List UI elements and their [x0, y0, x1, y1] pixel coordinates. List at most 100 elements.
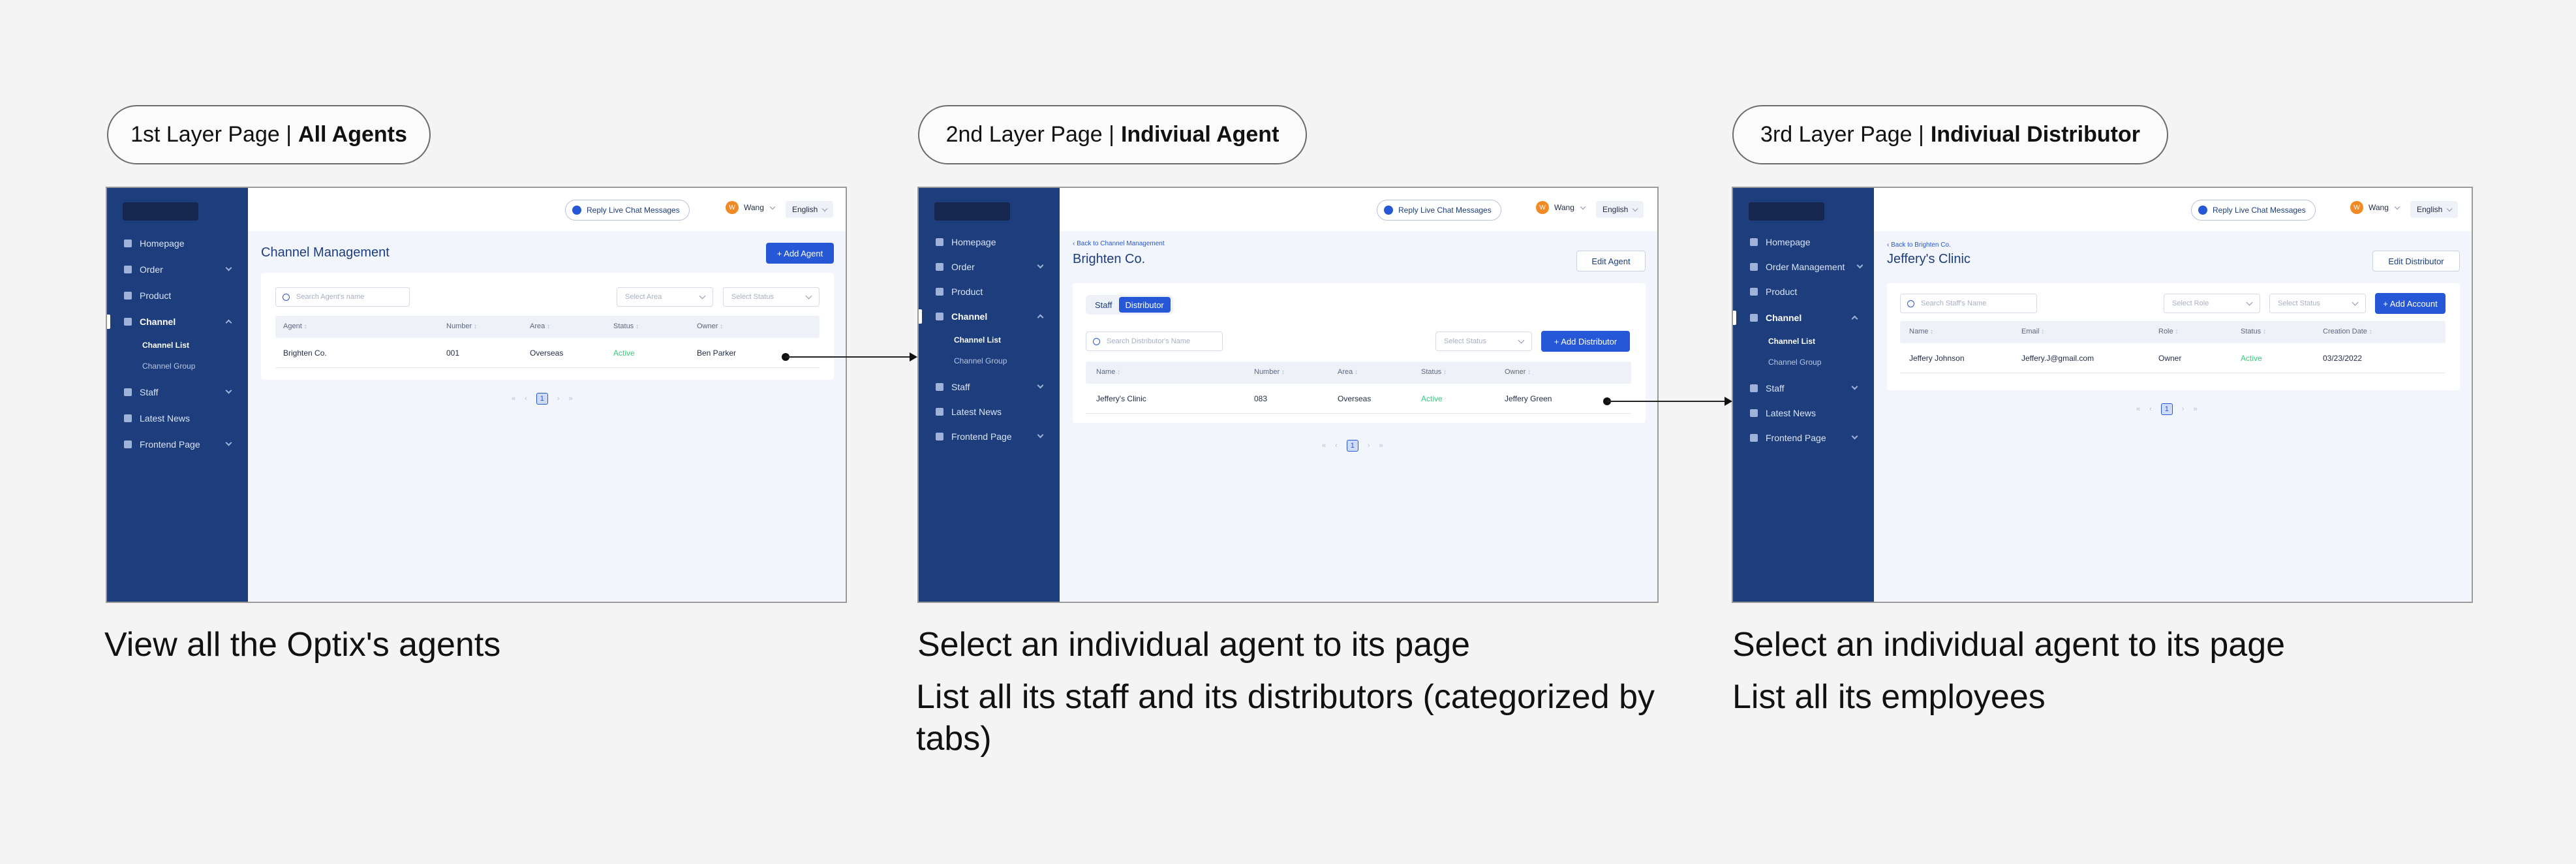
- col-area[interactable]: Area: [530, 322, 550, 330]
- next-page-button[interactable]: ›: [2182, 405, 2185, 413]
- nav-channel-list[interactable]: Channel List: [142, 341, 189, 350]
- user-menu[interactable]: W Wang: [2350, 201, 2400, 214]
- language-select[interactable]: English: [2410, 201, 2459, 218]
- search-input[interactable]: Search Agent's name: [275, 287, 410, 307]
- tab-staff[interactable]: Staff: [1088, 297, 1119, 313]
- table-header: Name Number Area Status Owner: [1086, 362, 1631, 384]
- next-page-button[interactable]: ›: [1368, 442, 1370, 450]
- nav-staff[interactable]: Staff: [107, 381, 248, 403]
- col-number[interactable]: Number: [446, 322, 477, 330]
- reply-live-chat-button[interactable]: Reply Live Chat Messages: [2191, 200, 2316, 221]
- cell-role: Owner: [2158, 354, 2182, 363]
- chevron-down-icon: [699, 292, 706, 300]
- last-page-button[interactable]: »: [1379, 442, 1383, 450]
- nav-channel-group[interactable]: Channel Group: [142, 362, 195, 371]
- nav-homepage[interactable]: Homepage: [1733, 231, 1874, 253]
- first-page-button[interactable]: «: [512, 395, 515, 403]
- agent-table-card: Search Agent's name Select Area Select S…: [261, 273, 834, 380]
- nav-channel[interactable]: Channel: [1733, 307, 1874, 329]
- user-menu[interactable]: W Wang: [1536, 201, 1586, 214]
- col-agent[interactable]: Agent: [283, 322, 307, 330]
- first-page-button[interactable]: «: [1322, 442, 1326, 450]
- nav-label: Product: [1766, 286, 1798, 297]
- staff-icon: [936, 383, 943, 391]
- col-owner[interactable]: Owner: [1505, 368, 1531, 376]
- status-select[interactable]: Select Status: [1435, 332, 1532, 351]
- current-page[interactable]: 1: [1346, 440, 1358, 452]
- chevron-down-icon: [1037, 382, 1044, 389]
- reply-live-chat-button[interactable]: Reply Live Chat Messages: [565, 200, 690, 221]
- nav-frontend-page[interactable]: Frontend Page: [919, 425, 1060, 448]
- nav-order[interactable]: Order: [107, 258, 248, 281]
- connector-line: [786, 356, 910, 358]
- edit-agent-button[interactable]: Edit Agent: [1576, 251, 1646, 271]
- news-icon: [936, 408, 943, 416]
- current-page[interactable]: 1: [536, 393, 548, 405]
- prev-page-button[interactable]: ‹: [1335, 442, 1338, 450]
- pagination: « ‹ 1 › »: [1322, 440, 1383, 452]
- col-name[interactable]: Name: [1909, 328, 1933, 335]
- status-select[interactable]: Select Status: [723, 287, 820, 307]
- nav-staff[interactable]: Staff: [919, 376, 1060, 398]
- nav-order[interactable]: Order: [919, 256, 1060, 278]
- nav-latest-news[interactable]: Latest News: [1733, 402, 1874, 424]
- language-select[interactable]: English: [1596, 201, 1644, 218]
- nav-order-management[interactable]: Order Management: [1733, 256, 1874, 278]
- col-name[interactable]: Name: [1096, 368, 1120, 376]
- nav-frontend-page[interactable]: Frontend Page: [1733, 427, 1874, 449]
- col-status[interactable]: Status: [613, 322, 639, 330]
- back-link[interactable]: ‹ Back to Brighten Co.: [1887, 241, 1951, 249]
- back-link[interactable]: ‹ Back to Channel Management: [1073, 240, 1165, 247]
- add-agent-button[interactable]: + Add Agent: [766, 243, 834, 264]
- nav-channel-group[interactable]: Channel Group: [1768, 358, 1821, 367]
- nav-channel[interactable]: Channel: [107, 311, 248, 333]
- col-status[interactable]: Status: [1421, 368, 1447, 376]
- chevron-down-icon: [1518, 337, 1525, 344]
- user-menu[interactable]: W Wang: [726, 201, 776, 214]
- nav-channel[interactable]: Channel: [919, 305, 1060, 328]
- nav-latest-news[interactable]: Latest News: [107, 407, 248, 429]
- table-row[interactable]: Brighten Co. 001 Overseas Active Ben Par…: [275, 338, 820, 368]
- add-distributor-button[interactable]: + Add Distributor: [1541, 331, 1630, 352]
- nav-homepage[interactable]: Homepage: [919, 231, 1060, 253]
- add-account-button[interactable]: + Add Account: [2375, 293, 2446, 314]
- last-page-button[interactable]: »: [2193, 405, 2197, 413]
- nav-latest-news[interactable]: Latest News: [919, 401, 1060, 423]
- reply-live-chat-button[interactable]: Reply Live Chat Messages: [1377, 200, 1501, 221]
- col-number[interactable]: Number: [1254, 368, 1285, 376]
- table-row[interactable]: Jeffery's Clinic 083 Overseas Active Jef…: [1086, 384, 1631, 414]
- nav-product[interactable]: Product: [107, 285, 248, 307]
- col-role[interactable]: Role: [2158, 328, 2178, 335]
- last-page-button[interactable]: »: [568, 395, 572, 403]
- search-input[interactable]: Search Staff's Name: [1900, 294, 2037, 313]
- current-page[interactable]: 1: [2160, 403, 2173, 415]
- next-page-button[interactable]: ›: [557, 395, 560, 403]
- language-select[interactable]: English: [786, 201, 834, 218]
- chevron-up-icon: [225, 319, 232, 326]
- role-select[interactable]: Select Role: [2164, 294, 2260, 313]
- nav-channel-list[interactable]: Channel List: [954, 335, 1001, 345]
- nav-homepage[interactable]: Homepage: [107, 232, 248, 255]
- search-input[interactable]: Search Distributor's Name: [1086, 332, 1223, 351]
- nav-product[interactable]: Product: [919, 281, 1060, 303]
- search-placeholder: Search Staff's Name: [1921, 300, 1987, 307]
- nav-channel-list[interactable]: Channel List: [1768, 337, 1815, 346]
- col-email[interactable]: Email: [2021, 328, 2044, 335]
- prev-page-button[interactable]: ‹: [2149, 405, 2152, 413]
- col-owner[interactable]: Owner: [697, 322, 723, 330]
- col-creation-date[interactable]: Creation Date: [2323, 328, 2372, 335]
- status-select[interactable]: Select Status: [2269, 294, 2366, 313]
- edit-distributor-button[interactable]: Edit Distributor: [2372, 251, 2460, 271]
- page-title: Brighten Co.: [1073, 252, 1146, 266]
- nav-product[interactable]: Product: [1733, 281, 1874, 303]
- col-area[interactable]: Area: [1338, 368, 1358, 376]
- prev-page-button[interactable]: ‹: [525, 395, 527, 403]
- tab-distributor[interactable]: Distributor: [1118, 297, 1171, 313]
- col-status[interactable]: Status: [2241, 328, 2266, 335]
- first-page-button[interactable]: «: [2136, 405, 2140, 413]
- nav-staff[interactable]: Staff: [1733, 377, 1874, 399]
- table-row[interactable]: Jeffery Johnson Jeffery.J@gmail.com Owne…: [1900, 343, 2446, 373]
- nav-channel-group[interactable]: Channel Group: [954, 356, 1007, 365]
- area-select[interactable]: Select Area: [617, 287, 713, 307]
- nav-frontend-page[interactable]: Frontend Page: [107, 433, 248, 455]
